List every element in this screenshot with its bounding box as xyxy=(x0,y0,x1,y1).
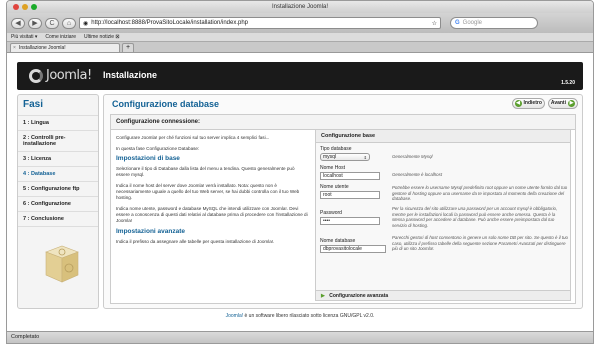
window-titlebar: Installazione Joomla! xyxy=(7,1,593,13)
joomla-link[interactable]: Joomla! xyxy=(226,313,244,319)
user-note: Potrebbe essere lo username Mysql predef… xyxy=(392,185,568,202)
status-text: Completato xyxy=(11,334,40,340)
forward-button[interactable]: ▶ xyxy=(28,17,42,29)
help-text: Indica nome utente, password e database … xyxy=(116,206,308,223)
user-input[interactable]: root xyxy=(320,191,380,199)
window-controls xyxy=(13,4,37,10)
user-label: Nome utente xyxy=(320,184,349,190)
back-step-button[interactable]: ◀ Indietro xyxy=(511,98,545,109)
tab-strip: × Installazione Joomla! + xyxy=(7,42,593,53)
back-step-label: Indietro xyxy=(523,100,542,106)
basic-config-form: Configurazione base Tipo database mysql … xyxy=(315,129,571,301)
home-button[interactable]: ⌂ xyxy=(62,17,76,29)
joomla-logo: Joomla! xyxy=(29,68,92,83)
page-footer: Joomla! è un software libero rilasciato … xyxy=(7,313,593,319)
host-field: Nome Host localhost xyxy=(320,165,390,180)
password-note: Per la sicurezza del sito utilizzare una… xyxy=(392,206,558,228)
step-item: 2 : Controlli pre-installazione xyxy=(18,131,98,152)
step-item: 5 : Configurazione ftp xyxy=(18,182,98,197)
bookmark-most-visited[interactable]: Più visitati ▾ xyxy=(11,34,37,40)
arrow-right-icon: ▶ xyxy=(568,100,575,107)
joomla-logo-icon xyxy=(29,68,43,83)
version-label: 1.5.20 xyxy=(561,80,575,86)
chevron-updown-icon: ⇕ xyxy=(363,155,367,160)
joomla-box-icon xyxy=(45,245,79,283)
tab-label: Installazione Joomla! xyxy=(19,45,66,51)
db-type-select[interactable]: mysql ⇕ xyxy=(320,153,370,161)
advanced-config-label: Configurazione avanzata xyxy=(329,293,389,299)
address-bar[interactable]: ◉ http://localhost:8888/ProvaSitoLocale/… xyxy=(79,17,441,29)
db-type-field: Tipo database mysql ⇕ xyxy=(320,146,390,161)
password-input[interactable]: •••• xyxy=(320,217,380,225)
tab-installazione[interactable]: × Installazione Joomla! xyxy=(10,43,120,52)
step-item: 7 : Conclusione xyxy=(18,212,98,227)
navigation-buttons: ◀ Indietro Avanti ▶ xyxy=(511,98,578,109)
page-title: Configurazione database xyxy=(112,99,220,109)
bookmark-star-icon[interactable]: ☆ xyxy=(432,20,437,27)
advanced-settings-heading: Impostazioni avanzate xyxy=(116,228,185,235)
steps-list: 1 : Lingua 2 : Controlli pre-installazio… xyxy=(18,116,98,227)
dbname-note: Parecchi gestori di host consentono in g… xyxy=(392,235,568,252)
advanced-config-toggle[interactable]: ▶ Configurazione avanzata xyxy=(316,290,570,300)
search-placeholder: Google xyxy=(462,20,483,26)
password-field: Password •••• xyxy=(320,210,390,225)
browser-toolbar: ◀ ▶ C ⌂ ◉ http://localhost:8888/ProvaSit… xyxy=(7,13,593,33)
user-field: Nome utente root xyxy=(320,184,390,199)
reload-button[interactable]: C xyxy=(45,17,59,29)
host-input[interactable]: localhost xyxy=(320,172,380,180)
db-type-label: Tipo database xyxy=(320,146,352,152)
form-header: Configurazione base xyxy=(316,130,570,143)
dbname-label: Nome database xyxy=(320,238,356,244)
close-tab-icon[interactable]: × xyxy=(13,44,16,52)
minimize-window-icon[interactable] xyxy=(22,4,28,10)
db-type-value: mysql xyxy=(323,154,337,160)
back-button[interactable]: ◀ xyxy=(11,17,25,29)
bookmark-getting-started[interactable]: Come iniziare xyxy=(45,34,76,40)
db-type-note: Generalmente Mysql xyxy=(392,154,433,159)
page-content: Joomla! Installazione 1.5.20 Fasi 1 : Li… xyxy=(7,54,593,329)
new-tab-button[interactable]: + xyxy=(122,43,134,52)
help-text: Indica il nome host del server dove Joom… xyxy=(116,183,300,200)
main-panel: Configurazione database ◀ Indietro Avant… xyxy=(103,94,583,309)
dbname-field: Nome database dbprovasitolocale xyxy=(320,238,390,253)
browser-window: Installazione Joomla! ◀ ▶ C ⌂ ◉ http://l… xyxy=(6,0,594,344)
step-item: 6 : Configurazione xyxy=(18,197,98,212)
google-icon: G xyxy=(455,20,460,26)
step-item-active: 4 : Database xyxy=(18,167,98,182)
connection-panel: Configurazione connessione: Configurare … xyxy=(110,114,576,304)
host-note: Generalmente è localhost xyxy=(392,172,443,177)
next-step-label: Avanti xyxy=(550,100,566,106)
password-label: Password xyxy=(320,210,342,216)
step-item: 1 : Lingua xyxy=(18,116,98,131)
help-text: Selezionare il tipo di Database dalla li… xyxy=(116,166,295,177)
next-step-button[interactable]: Avanti ▶ xyxy=(547,98,578,109)
url-text: http://localhost:8888/ProvaSitoLocale/in… xyxy=(91,20,249,26)
bookmarks-bar: Più visitati ▾ Come iniziare Ultime noti… xyxy=(7,33,593,42)
step-item: 3 : Licenza xyxy=(18,152,98,167)
basic-settings-heading: Impostazioni di base xyxy=(116,155,180,162)
dbname-input[interactable]: dbprovasitolocale xyxy=(320,245,386,253)
intro-text: In questa fase Configurazione Database: xyxy=(116,146,200,151)
joomla-header: Joomla! Installazione 1.5.20 xyxy=(17,62,583,90)
sidebar-title: Fasi xyxy=(18,95,98,116)
close-window-icon[interactable] xyxy=(13,4,19,10)
installer-title: Installazione xyxy=(103,70,158,80)
footer-text: è un software libero rilasciato sotto li… xyxy=(243,313,375,319)
search-field[interactable]: G Google xyxy=(450,17,538,29)
panel-title: Configurazione connessione: xyxy=(111,115,575,130)
expand-arrow-icon: ▶ xyxy=(321,293,325,299)
zoom-window-icon[interactable] xyxy=(31,4,37,10)
bookmark-latest-news[interactable]: Ultime notizie ⊠ xyxy=(84,34,120,40)
joomla-logo-text: Joomla! xyxy=(46,68,92,83)
status-bar: Completato xyxy=(7,331,593,343)
intro-text: Configurare Joomla! per ché funzioni sul… xyxy=(116,135,270,140)
help-text: Indica il prefisso da assegnare alle tab… xyxy=(116,239,275,244)
steps-sidebar: Fasi 1 : Lingua 2 : Controlli pre-instal… xyxy=(17,94,99,309)
host-label: Nome Host xyxy=(320,165,346,171)
window-title: Installazione Joomla! xyxy=(271,4,329,10)
globe-icon: ◉ xyxy=(83,20,89,27)
instructions: Configurare Joomla! per ché funzioni sul… xyxy=(116,135,309,250)
arrow-left-icon: ◀ xyxy=(514,100,522,107)
